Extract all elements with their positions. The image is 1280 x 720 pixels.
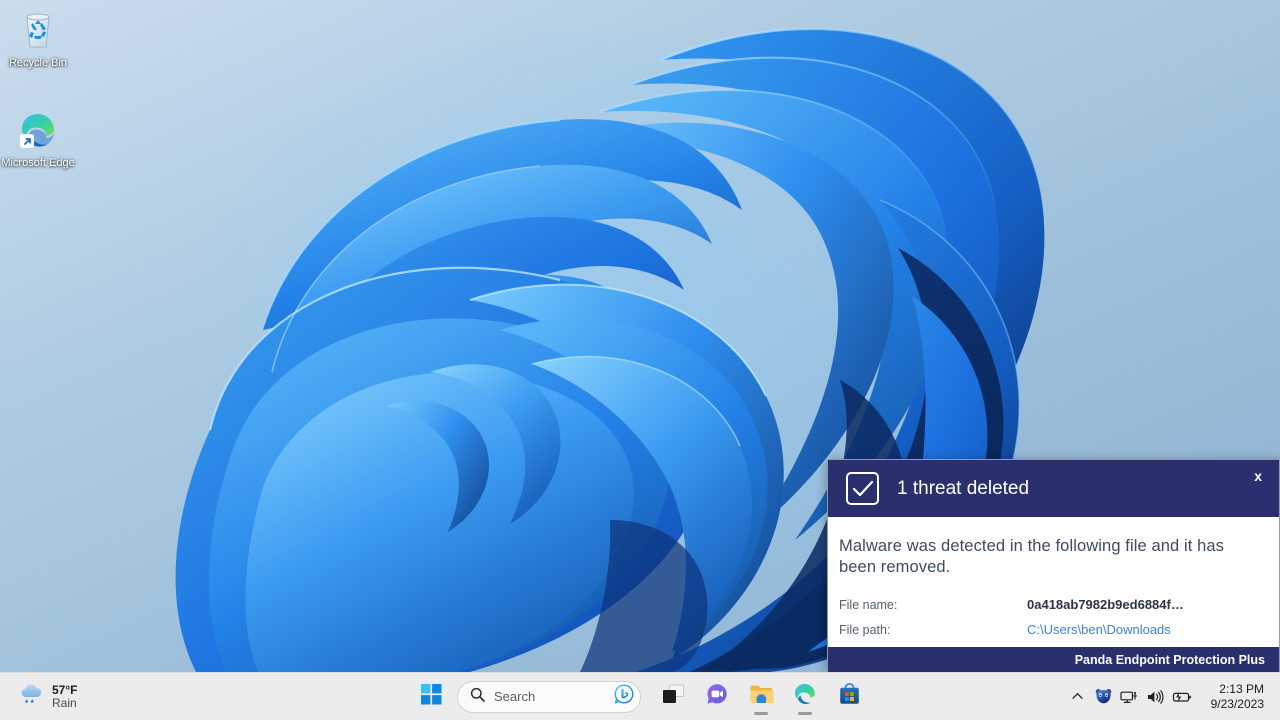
running-indicator [798,711,812,715]
start-button[interactable] [409,677,453,717]
panda-threat-notification-dialog[interactable]: 1 threat deleted x Malware was detected … [827,459,1280,672]
chevron-up-icon[interactable] [1065,680,1091,714]
file-path-link[interactable]: C:\Users\ben\Downloads [1027,622,1171,637]
notification-message: Malware was detected in the following fi… [839,537,1225,576]
notification-details: File name: 0a418ab7982b9ed6884f… File pa… [839,597,1259,647]
taskbar-app-chat[interactable] [695,677,739,717]
taskbar-app-microsoft-store[interactable] [827,677,871,717]
taskbar-weather-widget[interactable]: 57°F Rain [14,680,85,713]
notification-body: Malware was detected in the following fi… [828,517,1279,647]
panda-shield-icon[interactable] [1091,680,1117,714]
taskbar-clock[interactable]: 2:13 PM 9/23/2023 [1203,679,1272,715]
weather-text: 57°F Rain [52,682,78,710]
product-brand-label: Panda Endpoint Protection Plus [1074,652,1265,667]
microsoft-edge-icon [793,682,817,711]
notification-header: 1 threat deleted x [828,460,1279,517]
windows-logo-icon [420,683,442,710]
running-indicator [754,711,768,715]
detail-row-file-name: File name: 0a418ab7982b9ed6884f… [839,597,1259,612]
search-placeholder: Search [494,689,536,704]
file-name-value: 0a418ab7982b9ed6884f… [1027,597,1184,612]
file-path-label: File path: [839,623,891,637]
task-view-icon [662,684,685,710]
desktop[interactable]: Recycle Bin Microsoft Edge 1 threat dele… [0,0,1280,672]
microsoft-store-icon [838,682,861,711]
desktop-icon-label: Recycle Bin [8,57,68,69]
rain-cloud-icon [18,683,44,710]
taskbar-app-microsoft-edge[interactable] [783,677,827,717]
microsoft-edge-icon [16,108,60,152]
file-explorer-icon [749,683,774,710]
desktop-icon-microsoft-edge[interactable]: Microsoft Edge [0,108,76,169]
weather-temperature: 57°F [52,682,78,697]
checkmark-box-icon [846,472,879,505]
search-input[interactable]: Search [457,680,641,713]
search-icon [470,687,485,707]
notification-footer: Panda Endpoint Protection Plus [828,647,1279,672]
taskbar-app-file-explorer[interactable] [739,677,783,717]
taskbar[interactable]: 57°F Rain Search 2:13 PM 9/23/2023 [0,672,1280,720]
file-name-label: File name: [839,598,898,612]
speaker-icon[interactable] [1143,680,1169,714]
bing-chat-icon[interactable] [614,684,634,709]
notification-title: 1 threat deleted [897,477,1030,499]
clock-date: 9/23/2023 [1210,696,1264,711]
taskbar-app-task-view[interactable] [651,677,695,717]
close-icon[interactable]: x [1249,467,1267,485]
desktop-icon-label: Microsoft Edge [1,157,75,169]
weather-condition: Rain [52,695,77,710]
desktop-icon-recycle-bin[interactable]: Recycle Bin [0,8,76,69]
battery-icon[interactable] [1169,680,1195,714]
taskbar-center-cluster: Search [409,677,871,717]
chat-icon [705,682,729,711]
system-tray: 2:13 PM 9/23/2023 [1065,673,1280,720]
detail-row-file-path: File path: C:\Users\ben\Downloads [839,622,1259,637]
network-icon[interactable] [1117,680,1143,714]
clock-time: 2:13 PM [1219,681,1264,696]
recycle-bin-icon [16,8,60,52]
